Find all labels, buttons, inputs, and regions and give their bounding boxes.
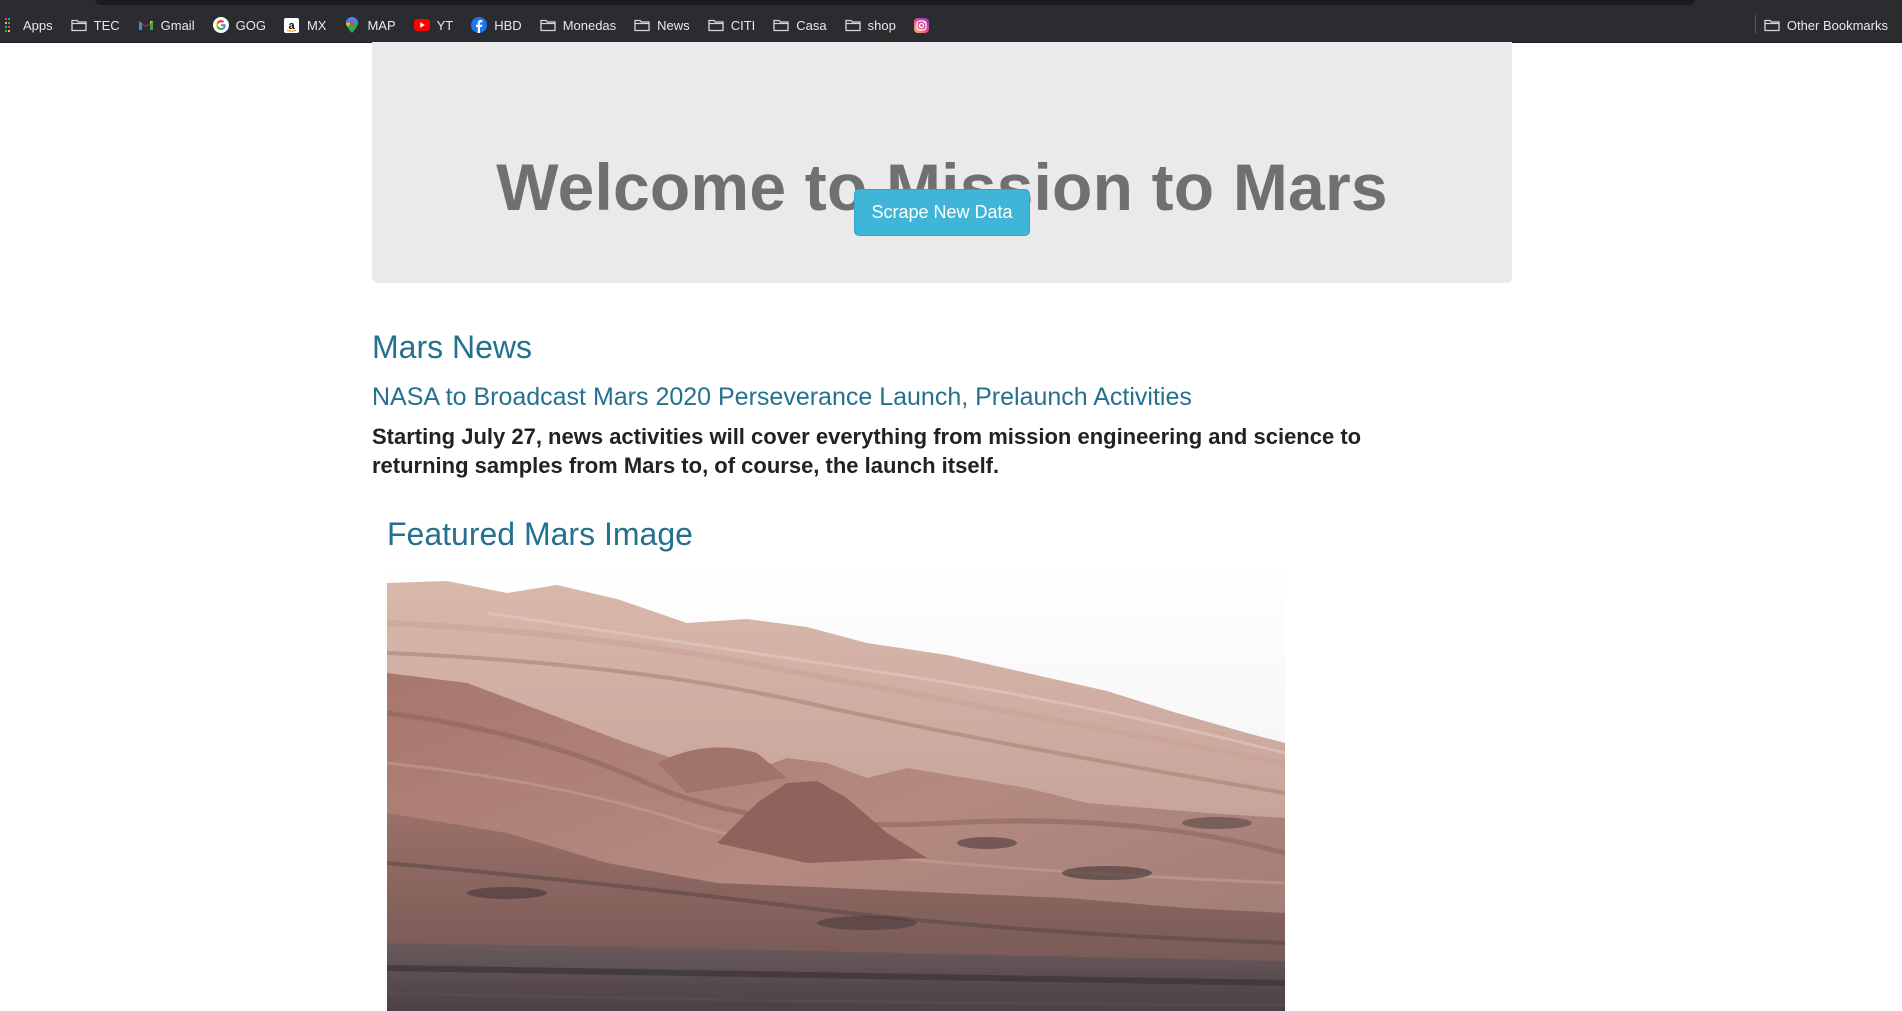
bookmark-label: MX — [306, 17, 327, 33]
bookmark-hbd[interactable]: HBD — [471, 17, 522, 33]
amazon-icon: a — [284, 17, 300, 33]
featured-mars-image — [387, 563, 1285, 1011]
news-headline: NASA to Broadcast Mars 2020 Perseverance… — [372, 383, 1192, 411]
bookmark-tec[interactable]: TEC — [70, 17, 120, 33]
bookmark-news[interactable]: News — [634, 17, 690, 33]
featured-image-heading: Featured Mars Image — [387, 516, 693, 552]
bookmark-label: HBD — [494, 17, 522, 33]
gmail-icon — [138, 17, 154, 33]
facebook-icon — [471, 17, 488, 33]
bookmark-casa[interactable]: Casa — [773, 17, 827, 33]
apps-grid-icon — [0, 17, 16, 33]
bookmark-yt[interactable]: YT — [413, 17, 454, 33]
other-bookmarks-button[interactable]: Other Bookmarks — [1764, 17, 1888, 33]
other-bookmarks-label: Other Bookmarks — [1786, 17, 1888, 33]
news-teaser: Starting July 27, news activities will c… — [372, 424, 1362, 478]
bookmark-label: YT — [436, 17, 454, 33]
bookmark-monedas[interactable]: Monedas — [540, 17, 616, 33]
mars-news-heading: Mars News — [372, 329, 533, 365]
scrape-new-data-button[interactable]: Scrape New Data — [854, 189, 1030, 236]
folder-icon — [634, 17, 650, 33]
google-icon — [212, 17, 229, 33]
instagram-icon — [914, 17, 930, 33]
bookmark-label: MAP — [367, 17, 396, 33]
bookmark-apps[interactable]: Apps — [0, 17, 53, 33]
bookmark-instagram[interactable] — [914, 17, 930, 33]
bookmark-gog[interactable]: GOG — [212, 17, 266, 33]
bookmark-map[interactable]: MAP — [344, 17, 396, 33]
bookmark-gmail[interactable]: Gmail — [138, 17, 195, 33]
bookmark-mx[interactable]: a MX — [284, 17, 327, 33]
youtube-icon — [413, 17, 430, 33]
bookmark-shop[interactable]: shop — [844, 17, 896, 33]
folder-icon — [773, 17, 789, 33]
bookmark-label: Monedas — [562, 17, 617, 33]
bookmark-label: Apps — [23, 17, 53, 33]
bookmark-label: GOG — [235, 17, 266, 33]
bookmark-label: Gmail — [160, 17, 195, 33]
bookmark-label: shop — [867, 17, 896, 33]
folder-icon — [1764, 17, 1780, 33]
folder-icon — [708, 17, 724, 33]
bookmark-label: News — [657, 17, 690, 33]
bookmark-label: Casa — [796, 17, 827, 33]
bookmarks-separator — [1755, 15, 1756, 34]
other-bookmarks[interactable]: Other Bookmarks — [1764, 13, 1888, 37]
maps-pin-icon — [344, 17, 360, 33]
bookmark-citi[interactable]: CITI — [708, 17, 756, 33]
folder-icon — [540, 17, 556, 33]
folder-icon — [70, 17, 87, 33]
jumbotron: Welcome to Mission to Mars Scrape New Da… — [372, 42, 1512, 283]
tab-strip-edge — [95, 0, 1695, 5]
bookmarks-list: Apps TEC Gmail GOG a MX MAP YT HBD Moned… — [0, 13, 948, 37]
folder-icon — [844, 17, 861, 33]
bookmark-label: TEC — [93, 17, 120, 33]
bookmarks-bar: Apps TEC Gmail GOG a MX MAP YT HBD Moned… — [0, 0, 1902, 43]
bookmark-label: CITI — [730, 17, 756, 33]
